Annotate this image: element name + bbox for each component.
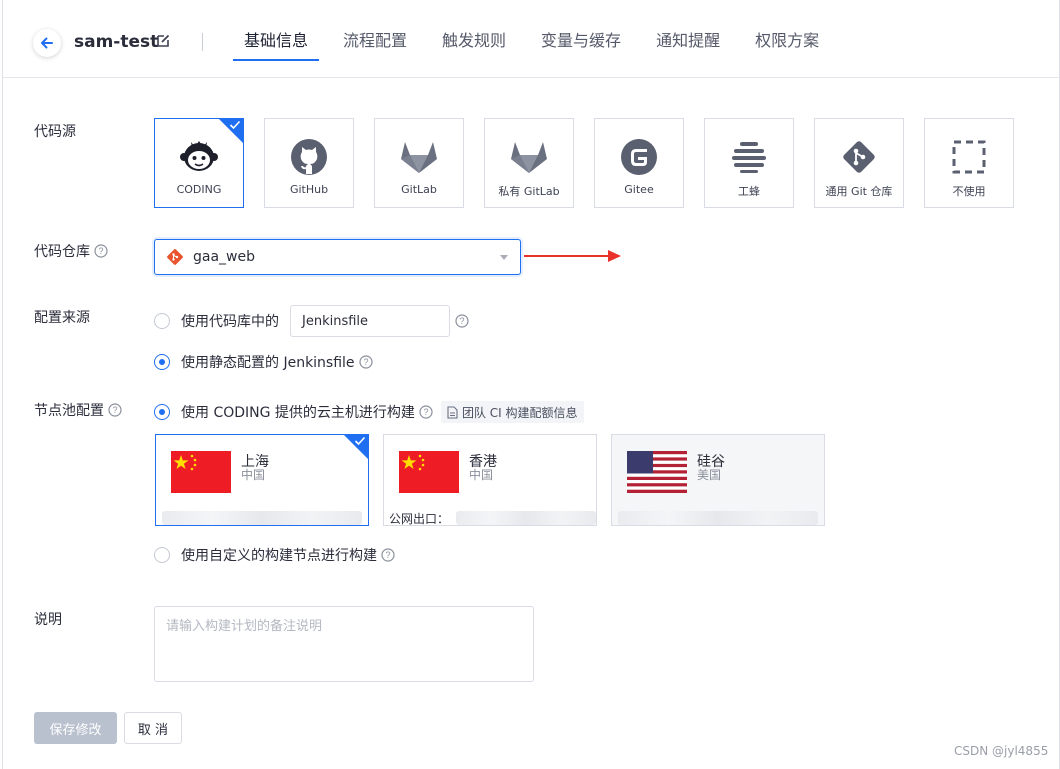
help-icon[interactable]: ? — [381, 548, 395, 562]
quota-info-link[interactable]: 团队 CI 构建配额信息 — [440, 401, 584, 423]
help-icon[interactable]: ? — [94, 244, 108, 258]
repo-value: gaa_web — [193, 249, 255, 265]
svg-text:?: ? — [423, 407, 428, 417]
radio-cloud-host[interactable] — [154, 404, 170, 420]
tab-basic-info[interactable]: 基础信息 — [233, 0, 320, 78]
svg-text:?: ? — [385, 550, 390, 560]
source-gitlab[interactable]: GitLab — [374, 118, 464, 208]
gitee-icon — [621, 139, 657, 175]
redacted-ip — [456, 511, 596, 525]
node-pool-label: 节点池配置 — [34, 403, 104, 419]
node-option-custom: 使用自定义的构建节点进行构建 ? — [154, 545, 395, 565]
repo-label-row: 代码仓库 ? — [34, 241, 108, 261]
option-label: 使用 CODING 提供的云主机进行构建 — [181, 405, 415, 421]
gitlab-icon — [511, 142, 547, 173]
china-flag-icon — [171, 451, 231, 493]
help-icon[interactable]: ? — [419, 405, 433, 419]
chevron-down-icon — [500, 255, 508, 260]
svg-text:?: ? — [459, 316, 464, 326]
github-icon — [291, 139, 327, 175]
svg-text:?: ? — [98, 246, 103, 256]
config-source-label: 配置来源 — [34, 310, 90, 326]
back-button[interactable] — [33, 29, 61, 57]
help-icon[interactable]: ? — [455, 314, 469, 328]
help-icon[interactable]: ? — [108, 403, 122, 417]
repo-label: 代码仓库 — [34, 244, 90, 260]
description-label: 说明 — [34, 612, 62, 628]
annotation-arrow-icon — [524, 250, 621, 262]
source-gongfeng[interactable]: 工蜂 — [704, 118, 794, 208]
config-option-static: 使用静态配置的 Jenkinsfile ? — [154, 352, 373, 372]
source-name: 通用 Git 仓库 — [825, 185, 893, 198]
coding-icon — [180, 141, 218, 171]
option-label: 使用自定义的构建节点进行构建 — [181, 548, 377, 564]
region-hongkong[interactable]: 香港 中国 公网出口： — [383, 434, 597, 526]
document-icon — [447, 405, 458, 419]
region-options: 上海 中国 香港 中国 公网出口： 硅谷 美国 — [155, 434, 825, 526]
region-country: 美国 — [697, 468, 722, 482]
source-name: GitLab — [401, 183, 437, 196]
region-ip-label: 公网出口： — [389, 512, 450, 526]
redacted-ip — [618, 511, 818, 525]
page-header: sam-test 基础信息 流程配置 触发规则 变量与缓存 通知提醒 权限方案 — [3, 0, 1059, 78]
tab-variables-cache[interactable]: 变量与缓存 — [530, 0, 632, 78]
git-icon — [167, 249, 183, 265]
description-textarea[interactable]: 请输入构建计划的备注说明 — [154, 606, 534, 682]
region-shanghai[interactable]: 上海 中国 — [155, 434, 369, 526]
gongfeng-icon — [732, 142, 766, 173]
page-frame: sam-test 基础信息 流程配置 触发规则 变量与缓存 通知提醒 权限方案 … — [2, 0, 1060, 769]
region-country: 中国 — [241, 468, 266, 482]
tab-permissions[interactable]: 权限方案 — [744, 0, 830, 78]
code-source-options: CODING GitHub GitLab 私有 GitLab Gitee 工蜂 … — [154, 118, 1014, 208]
source-name: 私有 GitLab — [498, 185, 560, 198]
option-label: 使用代码库中的 — [181, 314, 279, 330]
check-icon — [229, 120, 241, 130]
source-name: CODING — [176, 183, 222, 196]
china-flag-icon — [399, 451, 459, 493]
source-none[interactable]: 不使用 — [924, 118, 1014, 208]
code-source-label: 代码源 — [34, 124, 76, 140]
help-icon[interactable]: ? — [358, 355, 373, 369]
source-coding[interactable]: CODING — [154, 118, 244, 208]
region-country: 中国 — [469, 468, 494, 482]
project-name: sam-test — [74, 32, 159, 52]
quota-info-label: 团队 CI 构建配额信息 — [461, 405, 578, 420]
git-icon — [843, 141, 875, 173]
source-private-gitlab[interactable]: 私有 GitLab — [484, 118, 574, 208]
radio-static-jenkinsfile[interactable] — [154, 354, 170, 370]
repo-select[interactable]: gaa_web — [154, 239, 521, 275]
jenkinsfile-path-input[interactable]: Jenkinsfile — [290, 305, 450, 337]
check-icon — [354, 436, 366, 446]
gitlab-icon — [401, 142, 437, 173]
option-label: 使用静态配置的 Jenkinsfile — [181, 355, 355, 371]
source-name: GitHub — [289, 183, 329, 196]
watermark: CSDN @jyl4855 — [954, 744, 1049, 758]
source-name: 不使用 — [952, 185, 986, 198]
none-icon — [952, 140, 986, 174]
usa-flag-icon — [627, 451, 687, 493]
edit-icon[interactable] — [155, 33, 171, 49]
region-silicon-valley[interactable]: 硅谷 美国 — [611, 434, 825, 526]
source-name: Gitee — [624, 183, 654, 196]
tab-flow-config[interactable]: 流程配置 — [332, 0, 418, 78]
source-name: 工蜂 — [738, 185, 760, 198]
source-gitee[interactable]: Gitee — [594, 118, 684, 208]
config-option-repo: 使用代码库中的 Jenkinsfile ? — [154, 305, 469, 337]
radio-custom-node[interactable] — [154, 547, 170, 563]
redacted-ip — [162, 511, 362, 525]
save-button[interactable]: 保存修改 — [34, 712, 117, 744]
source-generic-git[interactable]: 通用 Git 仓库 — [814, 118, 904, 208]
radio-repo-jenkinsfile[interactable] — [154, 313, 170, 329]
arrow-left-icon — [41, 37, 53, 49]
svg-text:?: ? — [363, 357, 368, 367]
tab-bar: 基础信息 流程配置 触发规则 变量与缓存 通知提醒 权限方案 — [233, 0, 843, 78]
tab-notifications[interactable]: 通知提醒 — [645, 0, 731, 78]
svg-text:?: ? — [112, 405, 117, 415]
header-divider — [202, 33, 203, 51]
cancel-button[interactable]: 取 消 — [124, 712, 182, 744]
tab-trigger-rules[interactable]: 触发规则 — [431, 0, 517, 78]
node-option-cloud: 使用 CODING 提供的云主机进行构建 ? 团队 CI 构建配额信息 — [154, 401, 584, 423]
source-github[interactable]: GitHub — [264, 118, 354, 208]
node-pool-label-row: 节点池配置 ? — [34, 400, 122, 420]
